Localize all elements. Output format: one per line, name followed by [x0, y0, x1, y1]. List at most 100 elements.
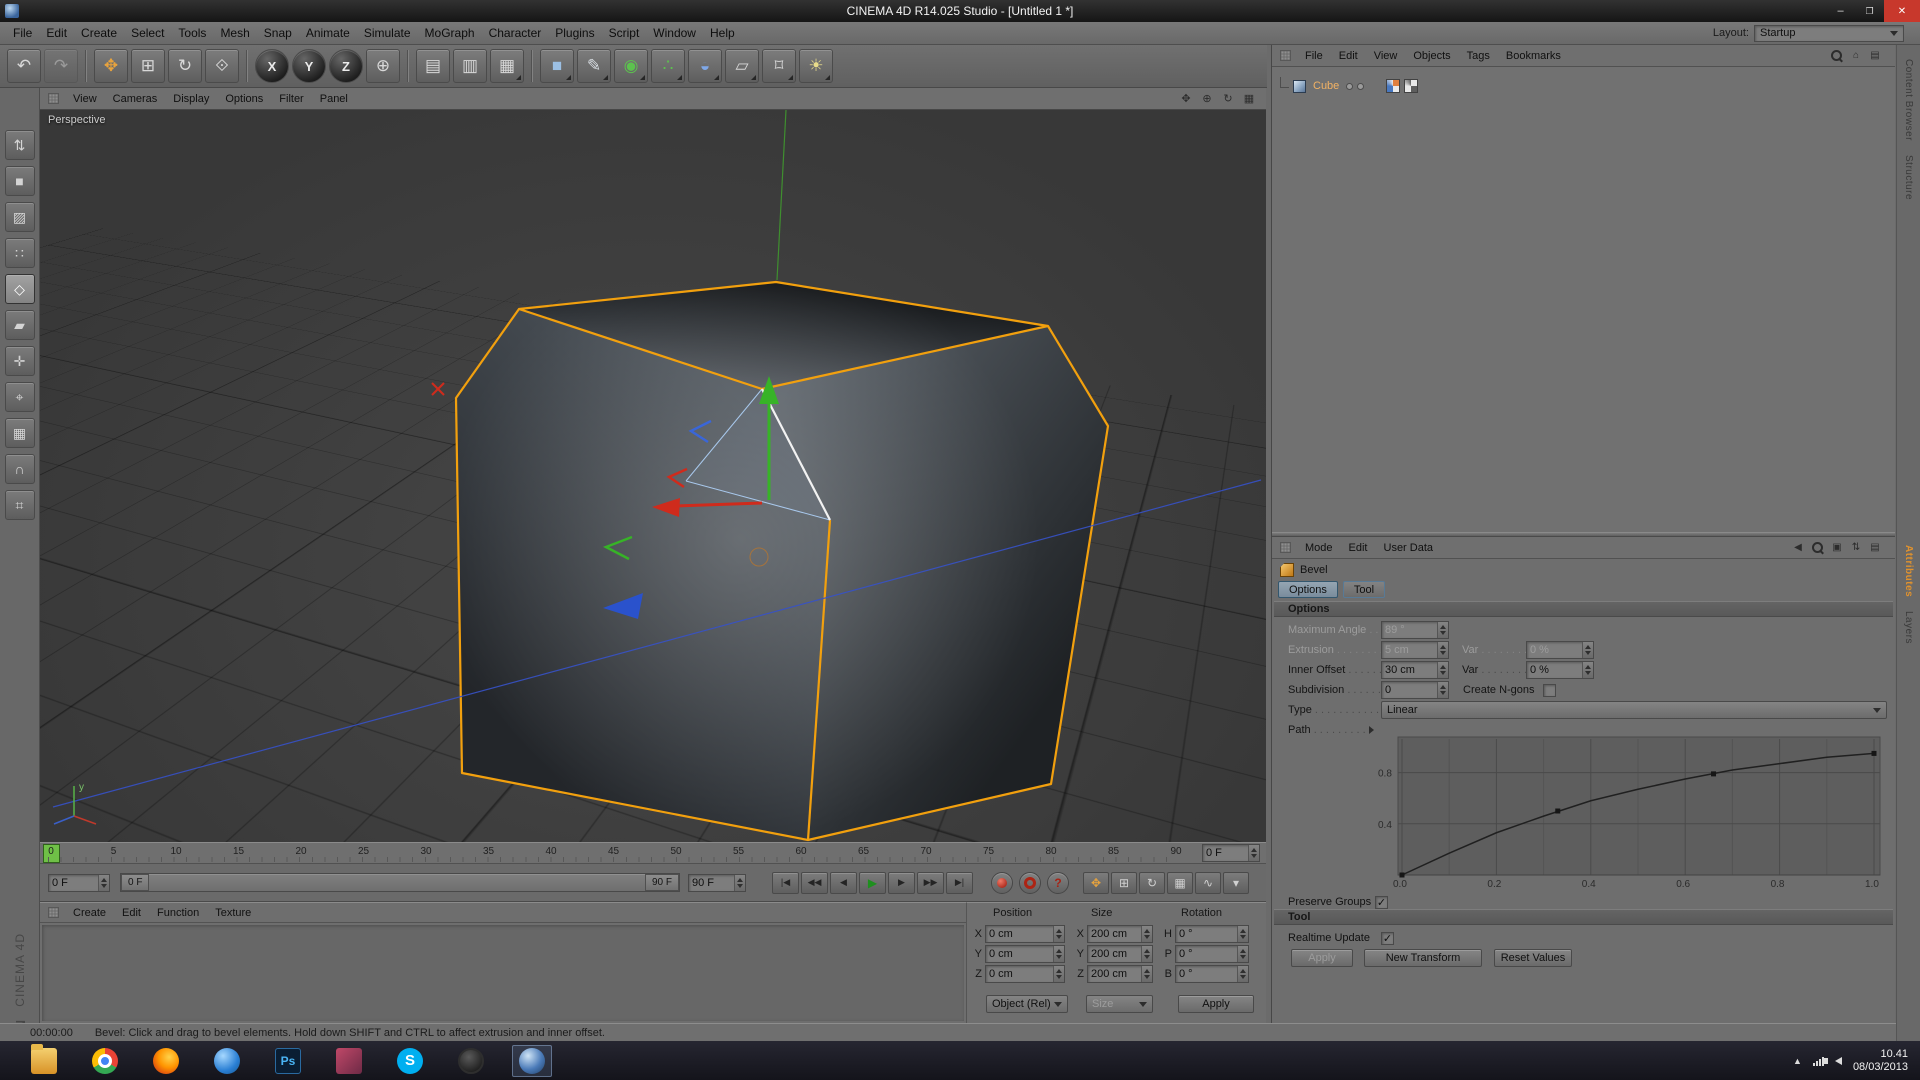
- size-mode-dropdown[interactable]: Size: [1086, 995, 1153, 1013]
- create-ngons-checkbox[interactable]: [1543, 684, 1556, 697]
- bevel-type-dropdown[interactable]: Linear: [1381, 701, 1887, 719]
- rotation-b-field[interactable]: 0 °: [1175, 965, 1249, 983]
- maximum-angle-field[interactable]: 89 °: [1381, 621, 1449, 639]
- redo-icon[interactable]: ↷: [44, 49, 78, 83]
- maximize-button[interactable]: [1855, 0, 1884, 22]
- polygons-mode-icon[interactable]: ▰: [5, 310, 35, 340]
- menu-edit[interactable]: Edit: [39, 25, 74, 41]
- om-menu-file[interactable]: File: [1297, 49, 1331, 63]
- texture-mode-icon[interactable]: ▨: [5, 202, 35, 232]
- viewport-menu-options[interactable]: Options: [217, 92, 271, 106]
- goto-end-icon[interactable]: ▶|: [946, 872, 973, 894]
- coordinate-system-icon[interactable]: ⊕: [366, 49, 400, 83]
- range-middle[interactable]: [149, 874, 645, 891]
- points-mode-icon[interactable]: ∷: [5, 238, 35, 268]
- record-pla-icon[interactable]: ∿: [1195, 872, 1221, 894]
- size-x-field[interactable]: 200 cm: [1087, 925, 1153, 943]
- extrusion-field[interactable]: 5 cm: [1381, 641, 1449, 659]
- close-button[interactable]: [1884, 0, 1920, 22]
- range-max-field[interactable]: 90 F: [688, 874, 746, 892]
- minimize-button[interactable]: [1826, 0, 1855, 22]
- record-parameter-icon[interactable]: ▦: [1167, 872, 1193, 894]
- spinner-icon[interactable]: [1437, 682, 1448, 698]
- record-scale-icon[interactable]: ⊞: [1111, 872, 1137, 894]
- viewport-menu-view[interactable]: View: [65, 92, 105, 106]
- rotate-view-icon[interactable]: ↻: [1219, 91, 1237, 107]
- size-y-field[interactable]: 200 cm: [1087, 945, 1153, 963]
- range-min-field[interactable]: 0 F: [48, 874, 110, 892]
- viewport-menu-panel[interactable]: Panel: [312, 92, 356, 106]
- taskbar-app-browser[interactable]: [207, 1045, 247, 1077]
- taskbar-app-photoshop[interactable]: Ps: [268, 1045, 308, 1077]
- search-icon[interactable]: [1830, 49, 1843, 62]
- spinner-icon[interactable]: [1141, 966, 1152, 982]
- spinner-icon[interactable]: [1248, 845, 1259, 861]
- om-menu-tags[interactable]: Tags: [1459, 49, 1498, 63]
- make-editable-icon[interactable]: ⇅: [5, 130, 35, 160]
- move-icon[interactable]: ✥: [94, 49, 128, 83]
- hidden-icons-arrow[interactable]: ▲: [1793, 1056, 1802, 1066]
- home-icon[interactable]: ⌂: [1850, 49, 1862, 62]
- taskbar-app-skype[interactable]: S: [390, 1045, 430, 1077]
- prev-frame-icon[interactable]: ◀: [830, 872, 857, 894]
- panel-handle-icon[interactable]: [1280, 542, 1291, 553]
- menu-tools[interactable]: Tools: [171, 25, 213, 41]
- add-cube-icon[interactable]: ■: [540, 49, 574, 83]
- size-z-field[interactable]: 200 cm: [1087, 965, 1153, 983]
- coordinate-mode-dropdown[interactable]: Object (Rel): [986, 995, 1068, 1013]
- spinner-icon[interactable]: [1582, 662, 1593, 678]
- material-menu-function[interactable]: Function: [149, 906, 207, 920]
- scale-icon[interactable]: ⊞: [131, 49, 165, 83]
- dock-tab-layers[interactable]: Layers: [1903, 611, 1914, 644]
- record-rotation-icon[interactable]: ↻: [1139, 872, 1165, 894]
- display-tag-icon[interactable]: [1386, 79, 1400, 93]
- spinner-icon[interactable]: [734, 875, 745, 891]
- menu-script[interactable]: Script: [602, 25, 647, 41]
- new-transform-button[interactable]: New Transform: [1364, 949, 1482, 967]
- taskbar-app-firefox[interactable]: [146, 1045, 186, 1077]
- editor-visibility-dot[interactable]: [1346, 83, 1353, 90]
- rotate-icon[interactable]: ↻: [168, 49, 202, 83]
- spinner-icon[interactable]: [1582, 642, 1593, 658]
- play-icon[interactable]: ▶: [859, 872, 886, 894]
- model-mode-icon[interactable]: ■: [5, 166, 35, 196]
- lock-icon[interactable]: ▣: [1831, 541, 1843, 554]
- rotation-p-field[interactable]: 0 °: [1175, 945, 1249, 963]
- dock-tab-attributes[interactable]: Attributes: [1903, 545, 1914, 597]
- am-menu-mode[interactable]: Mode: [1297, 541, 1341, 555]
- om-menu-bookmarks[interactable]: Bookmarks: [1498, 49, 1569, 63]
- history-back-icon[interactable]: ◀: [1792, 541, 1804, 554]
- texture-tag-icon[interactable]: [1404, 79, 1418, 93]
- lock-x-icon[interactable]: X: [255, 49, 289, 83]
- workplane-mode-icon[interactable]: ▦: [5, 418, 35, 448]
- om-menu-edit[interactable]: Edit: [1331, 49, 1366, 63]
- dock-tab-content-browser[interactable]: Content Browser: [1903, 59, 1914, 141]
- volume-icon[interactable]: [1835, 1057, 1842, 1065]
- menu-plugins[interactable]: Plugins: [548, 25, 601, 41]
- tab-tool[interactable]: Tool: [1343, 581, 1385, 598]
- range-start-handle[interactable]: 0 F: [121, 874, 149, 891]
- edges-mode-icon[interactable]: ◇: [5, 274, 35, 304]
- extrusion-variance-field[interactable]: 0 %: [1526, 641, 1594, 659]
- range-end-handle[interactable]: 90 F: [645, 874, 679, 891]
- inner-offset-field[interactable]: 30 cm: [1381, 661, 1449, 679]
- layout-dropdown[interactable]: Startup: [1754, 25, 1904, 42]
- preview-range-bar[interactable]: 0 F 90 F: [120, 873, 680, 892]
- menu-window[interactable]: Window: [646, 25, 703, 41]
- spinner-icon[interactable]: [1437, 622, 1448, 638]
- am-menu-edit[interactable]: Edit: [1341, 541, 1376, 555]
- preserve-groups-checkbox[interactable]: [1375, 896, 1388, 909]
- playback-mode-icon[interactable]: ▾: [1223, 872, 1249, 894]
- menu-select[interactable]: Select: [124, 25, 171, 41]
- cube-object-icon[interactable]: [1293, 80, 1306, 93]
- taskbar-app-cinema4d[interactable]: [512, 1045, 552, 1077]
- position-x-field[interactable]: 0 cm: [985, 925, 1065, 943]
- viewport-menu-cameras[interactable]: Cameras: [105, 92, 166, 106]
- keyframe-selection-icon[interactable]: ?: [1047, 872, 1069, 894]
- om-menu-objects[interactable]: Objects: [1405, 49, 1458, 63]
- spinner-icon[interactable]: [1237, 946, 1248, 962]
- taskbar-clock[interactable]: 10.41 08/03/2013: [1853, 1048, 1908, 1074]
- panel-menu-icon[interactable]: ▤: [1869, 49, 1881, 62]
- add-light-icon[interactable]: ☀: [799, 49, 833, 83]
- next-key-icon[interactable]: ▶▶: [917, 872, 944, 894]
